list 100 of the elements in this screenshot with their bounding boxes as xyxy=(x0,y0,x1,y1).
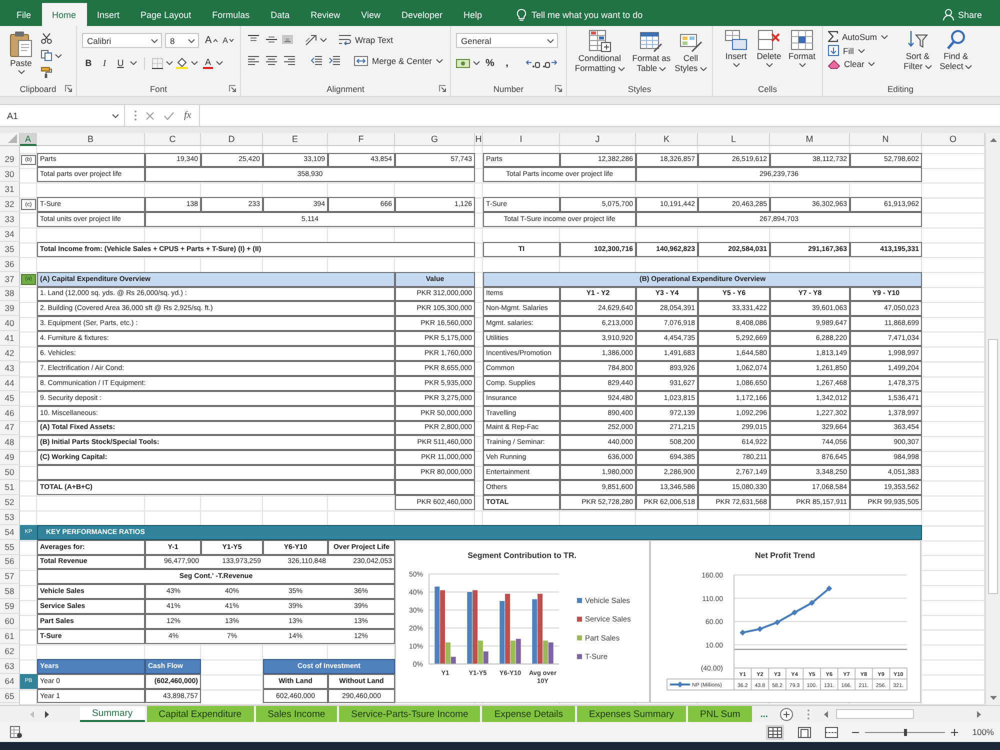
sheet-tab[interactable]: Expense Details xyxy=(482,706,575,722)
row-header[interactable]: 37 xyxy=(0,272,20,287)
corner-arrow-icon[interactable] xyxy=(555,85,562,92)
caret-icon[interactable] xyxy=(618,66,624,71)
bold-button[interactable]: B xyxy=(82,56,95,70)
caret-icon[interactable] xyxy=(55,54,62,58)
arrow-right-icon[interactable] xyxy=(977,710,981,718)
caret-icon[interactable] xyxy=(700,66,707,71)
row-header[interactable]: 56 xyxy=(0,554,20,570)
align-middle-icon[interactable] xyxy=(266,35,277,44)
merge-center-button[interactable]: Merge & Center xyxy=(354,56,443,66)
menu-tab[interactable]: Insert xyxy=(86,3,130,26)
row-header[interactable]: 36 xyxy=(0,256,20,272)
delete-button[interactable]: Delete xyxy=(754,30,784,81)
column-header[interactable]: H xyxy=(475,133,483,146)
number-format-field[interactable]: General xyxy=(456,33,558,48)
caret-icon[interactable] xyxy=(659,66,666,71)
column-header[interactable]: L xyxy=(698,133,770,146)
caret-icon[interactable] xyxy=(732,63,740,68)
column-header[interactable]: J xyxy=(560,133,636,146)
caret-icon[interactable] xyxy=(880,34,888,38)
percent-button[interactable]: % xyxy=(483,56,497,70)
page-layout-icon[interactable] xyxy=(798,726,812,738)
banknote-icon[interactable] xyxy=(456,58,470,68)
arrow-left-icon[interactable] xyxy=(824,710,828,718)
caret-icon[interactable] xyxy=(473,61,480,65)
arrow-up-icon[interactable] xyxy=(990,138,996,142)
indent-increase-icon[interactable] xyxy=(329,56,340,65)
page-break-icon[interactable] xyxy=(825,726,838,738)
column-header[interactable]: I xyxy=(483,133,560,146)
font-name-field[interactable]: Calibri xyxy=(82,33,162,48)
minus-icon[interactable] xyxy=(852,730,860,734)
column-header[interactable]: E xyxy=(263,133,328,146)
border-grid-icon[interactable] xyxy=(152,58,163,68)
font-size-field[interactable]: 8 xyxy=(165,33,199,48)
cell-styles-button[interactable]: Cell Styles xyxy=(674,30,707,81)
grow-font-button[interactable]: A xyxy=(205,34,218,48)
insert-function-button[interactable]: fx xyxy=(184,110,192,121)
caret-icon[interactable] xyxy=(216,61,223,65)
sheet-tab[interactable]: Sales Income xyxy=(256,706,338,722)
paintbrush-icon[interactable] xyxy=(41,67,52,78)
sheet-tab[interactable]: Summary xyxy=(80,706,145,722)
indent-decrease-icon[interactable] xyxy=(311,56,322,65)
caret-icon[interactable] xyxy=(547,38,554,42)
caret-icon[interactable] xyxy=(191,61,198,65)
sheet-tab[interactable]: Service-Parts-Tsure Income xyxy=(339,706,480,722)
sort-filter-button[interactable]: Sort & Filter xyxy=(900,30,935,81)
triangle-right-icon[interactable] xyxy=(45,710,49,718)
name-box[interactable]: A1 xyxy=(0,105,125,126)
caret-icon[interactable] xyxy=(188,38,195,42)
zoom-level[interactable]: 100% xyxy=(972,727,994,737)
column-header[interactable]: M xyxy=(770,133,850,146)
share-button[interactable]: Share xyxy=(942,3,982,26)
row-header[interactable]: 46 xyxy=(0,406,20,421)
paste-button[interactable]: Paste xyxy=(5,30,37,81)
comma-style-button[interactable]: , xyxy=(500,56,514,70)
wrap-text-button[interactable]: Wrap Text xyxy=(339,34,393,44)
format-as-table-button[interactable]: Format as Table xyxy=(630,30,672,81)
font-color-button[interactable]: A xyxy=(203,56,213,70)
caret-icon[interactable] xyxy=(858,48,865,52)
find-select-button[interactable]: Find & Select xyxy=(938,30,973,81)
caret-icon[interactable] xyxy=(166,61,173,65)
diagonal-arrow-icon[interactable] xyxy=(305,34,317,46)
sheet-tab[interactable]: PNL Sum xyxy=(688,706,752,722)
align-bottom-icon[interactable] xyxy=(282,35,293,44)
caret-icon[interactable] xyxy=(436,58,443,62)
align-center-icon[interactable] xyxy=(266,56,277,65)
caret-icon[interactable] xyxy=(130,61,137,65)
slider-thumb[interactable] xyxy=(904,728,907,736)
menu-tab[interactable]: Formulas xyxy=(202,3,260,26)
caret-icon[interactable] xyxy=(798,63,806,68)
menu-tab[interactable]: File xyxy=(6,3,42,26)
column-header[interactable]: D xyxy=(201,133,263,146)
row-header[interactable]: 55 xyxy=(0,540,20,555)
caret-icon[interactable] xyxy=(868,62,876,66)
column-header[interactable]: G xyxy=(395,133,475,146)
column-header[interactable]: N xyxy=(850,133,922,146)
corner-arrow-icon[interactable] xyxy=(439,85,446,92)
cross-icon[interactable] xyxy=(146,112,154,120)
decimal-right-arrow-icon[interactable] xyxy=(543,58,557,68)
caret-icon[interactable] xyxy=(965,64,972,69)
menu-tab[interactable]: View xyxy=(350,3,391,26)
corner-arrow-icon[interactable] xyxy=(229,85,236,92)
plus-circle-icon[interactable] xyxy=(780,708,793,720)
menu-tab[interactable]: Page Layout xyxy=(130,3,202,26)
caret-icon[interactable] xyxy=(924,64,932,69)
fill-button[interactable]: Fill xyxy=(828,45,896,56)
menu-tab[interactable]: Review xyxy=(300,3,351,26)
column-header[interactable]: A xyxy=(20,133,37,146)
check-icon[interactable] xyxy=(164,112,174,120)
tell-me-search[interactable]: Tell me what you want to do xyxy=(516,3,643,26)
sheet-tab[interactable]: Expenses Summary xyxy=(577,706,686,722)
grid-view-icon[interactable] xyxy=(766,724,784,740)
more-tabs-button[interactable]: ... xyxy=(754,706,774,722)
plus-icon[interactable] xyxy=(951,728,958,736)
scroll-thumb[interactable] xyxy=(988,339,998,594)
conditional-formatting-button[interactable]: Conditional Formatting xyxy=(571,30,628,81)
caret-icon[interactable] xyxy=(766,63,772,68)
menu-tab[interactable]: Developer xyxy=(391,3,454,26)
row-header[interactable]: 38 xyxy=(0,286,20,302)
